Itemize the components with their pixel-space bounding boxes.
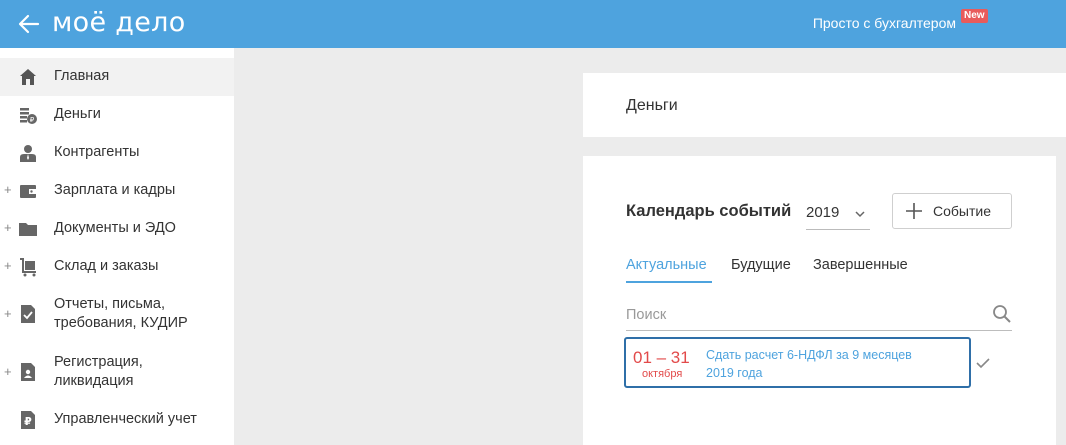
ruble-icon: ₽ bbox=[21, 411, 35, 429]
year-select[interactable]: 2019 bbox=[806, 200, 870, 230]
report-icon bbox=[21, 305, 35, 323]
top-bar: моё дело Просто с бухгалтером New bbox=[0, 0, 1066, 48]
expand-icon[interactable]: + bbox=[4, 364, 12, 379]
checkmark-icon[interactable] bbox=[976, 357, 990, 369]
sidebar-item-documents[interactable]: + Документы и ЭДО bbox=[0, 210, 234, 248]
sidebar-item-reports[interactable]: + Отчеты, письма, требования, КУДИР bbox=[0, 286, 234, 344]
event-date-range: 01 – 31 bbox=[633, 348, 690, 367]
sidebar-item-label: Деньги bbox=[54, 106, 101, 122]
arrow-left-icon[interactable] bbox=[16, 11, 42, 37]
expand-icon[interactable]: + bbox=[4, 306, 12, 321]
event-item[interactable]: 01 – 31 октября Сдать расчет 6-НДФЛ за 9… bbox=[624, 337, 971, 388]
sidebar-item-label: Регистрация, ликвидация bbox=[54, 354, 143, 389]
sidebar-item-salary[interactable]: + Зарплата и кадры bbox=[0, 172, 234, 210]
event-text[interactable]: Сдать расчет 6-НДФЛ за 9 месяцев 2019 го… bbox=[706, 346, 936, 382]
registration-icon bbox=[21, 363, 35, 381]
chevron-down-icon bbox=[855, 211, 865, 218]
sidebar-item-label: Документы и ЭДО bbox=[54, 220, 176, 236]
money-card: Деньги bbox=[583, 73, 1066, 137]
person-icon bbox=[20, 145, 36, 162]
tab-completed[interactable]: Завершенные bbox=[813, 257, 908, 273]
money-card-title[interactable]: Деньги bbox=[626, 97, 678, 115]
tab-future[interactable]: Будущие bbox=[731, 257, 791, 273]
year-value: 2019 bbox=[806, 204, 840, 221]
search-box bbox=[626, 301, 1012, 331]
sidebar-item-label: Главная bbox=[54, 68, 110, 84]
calendar-title: Календарь событий bbox=[626, 202, 792, 220]
plus-icon bbox=[906, 203, 922, 219]
calendar-card: Календарь событий 2019 Событие Актуальны… bbox=[583, 156, 1056, 445]
sidebar-item-label: Склад и заказы bbox=[54, 258, 159, 274]
new-badge: New bbox=[961, 9, 988, 23]
coins-icon: ₽ bbox=[20, 108, 37, 124]
sidebar-item-contractors[interactable]: Контрагенты bbox=[0, 134, 234, 172]
sidebar-item-warehouse[interactable]: + Склад и заказы bbox=[0, 248, 234, 286]
tab-current[interactable]: Актуальные bbox=[626, 257, 707, 273]
search-icon[interactable] bbox=[992, 304, 1012, 324]
wallet-icon bbox=[20, 185, 36, 198]
event-month: октября bbox=[642, 368, 683, 380]
promo-link[interactable]: Просто с бухгалтером bbox=[813, 15, 956, 31]
svg-text:₽: ₽ bbox=[30, 116, 35, 124]
add-event-button[interactable]: Событие bbox=[892, 193, 1012, 229]
sidebar-item-home[interactable]: Главная bbox=[0, 58, 234, 96]
sidebar-item-label: Зарплата и кадры bbox=[54, 182, 176, 198]
expand-icon[interactable]: + bbox=[4, 182, 12, 197]
sidebar-item-label: Контрагенты bbox=[54, 144, 140, 160]
logo[interactable]: моё дело bbox=[52, 6, 186, 40]
home-icon bbox=[20, 69, 36, 85]
sidebar: Главная ₽ Деньги Контрагенты + Зарплата … bbox=[0, 48, 234, 445]
cart-icon bbox=[20, 258, 36, 277]
expand-icon[interactable]: + bbox=[4, 220, 12, 235]
expand-icon[interactable]: + bbox=[4, 258, 12, 273]
search-input[interactable] bbox=[626, 304, 976, 326]
folder-icon bbox=[19, 223, 37, 236]
active-tab-indicator bbox=[626, 281, 712, 283]
sidebar-item-registration[interactable]: + Регистрация, ликвидация bbox=[0, 344, 234, 402]
sidebar-item-money[interactable]: ₽ Деньги bbox=[0, 96, 234, 134]
sidebar-item-management[interactable]: ₽ Управленческий учет bbox=[0, 402, 234, 440]
sidebar-item-label: Отчеты, письма, требования, КУДИР bbox=[54, 296, 188, 331]
add-event-label: Событие bbox=[933, 203, 991, 219]
sidebar-item-label: Управленческий учет bbox=[54, 411, 197, 427]
svg-text:₽: ₽ bbox=[24, 415, 32, 428]
